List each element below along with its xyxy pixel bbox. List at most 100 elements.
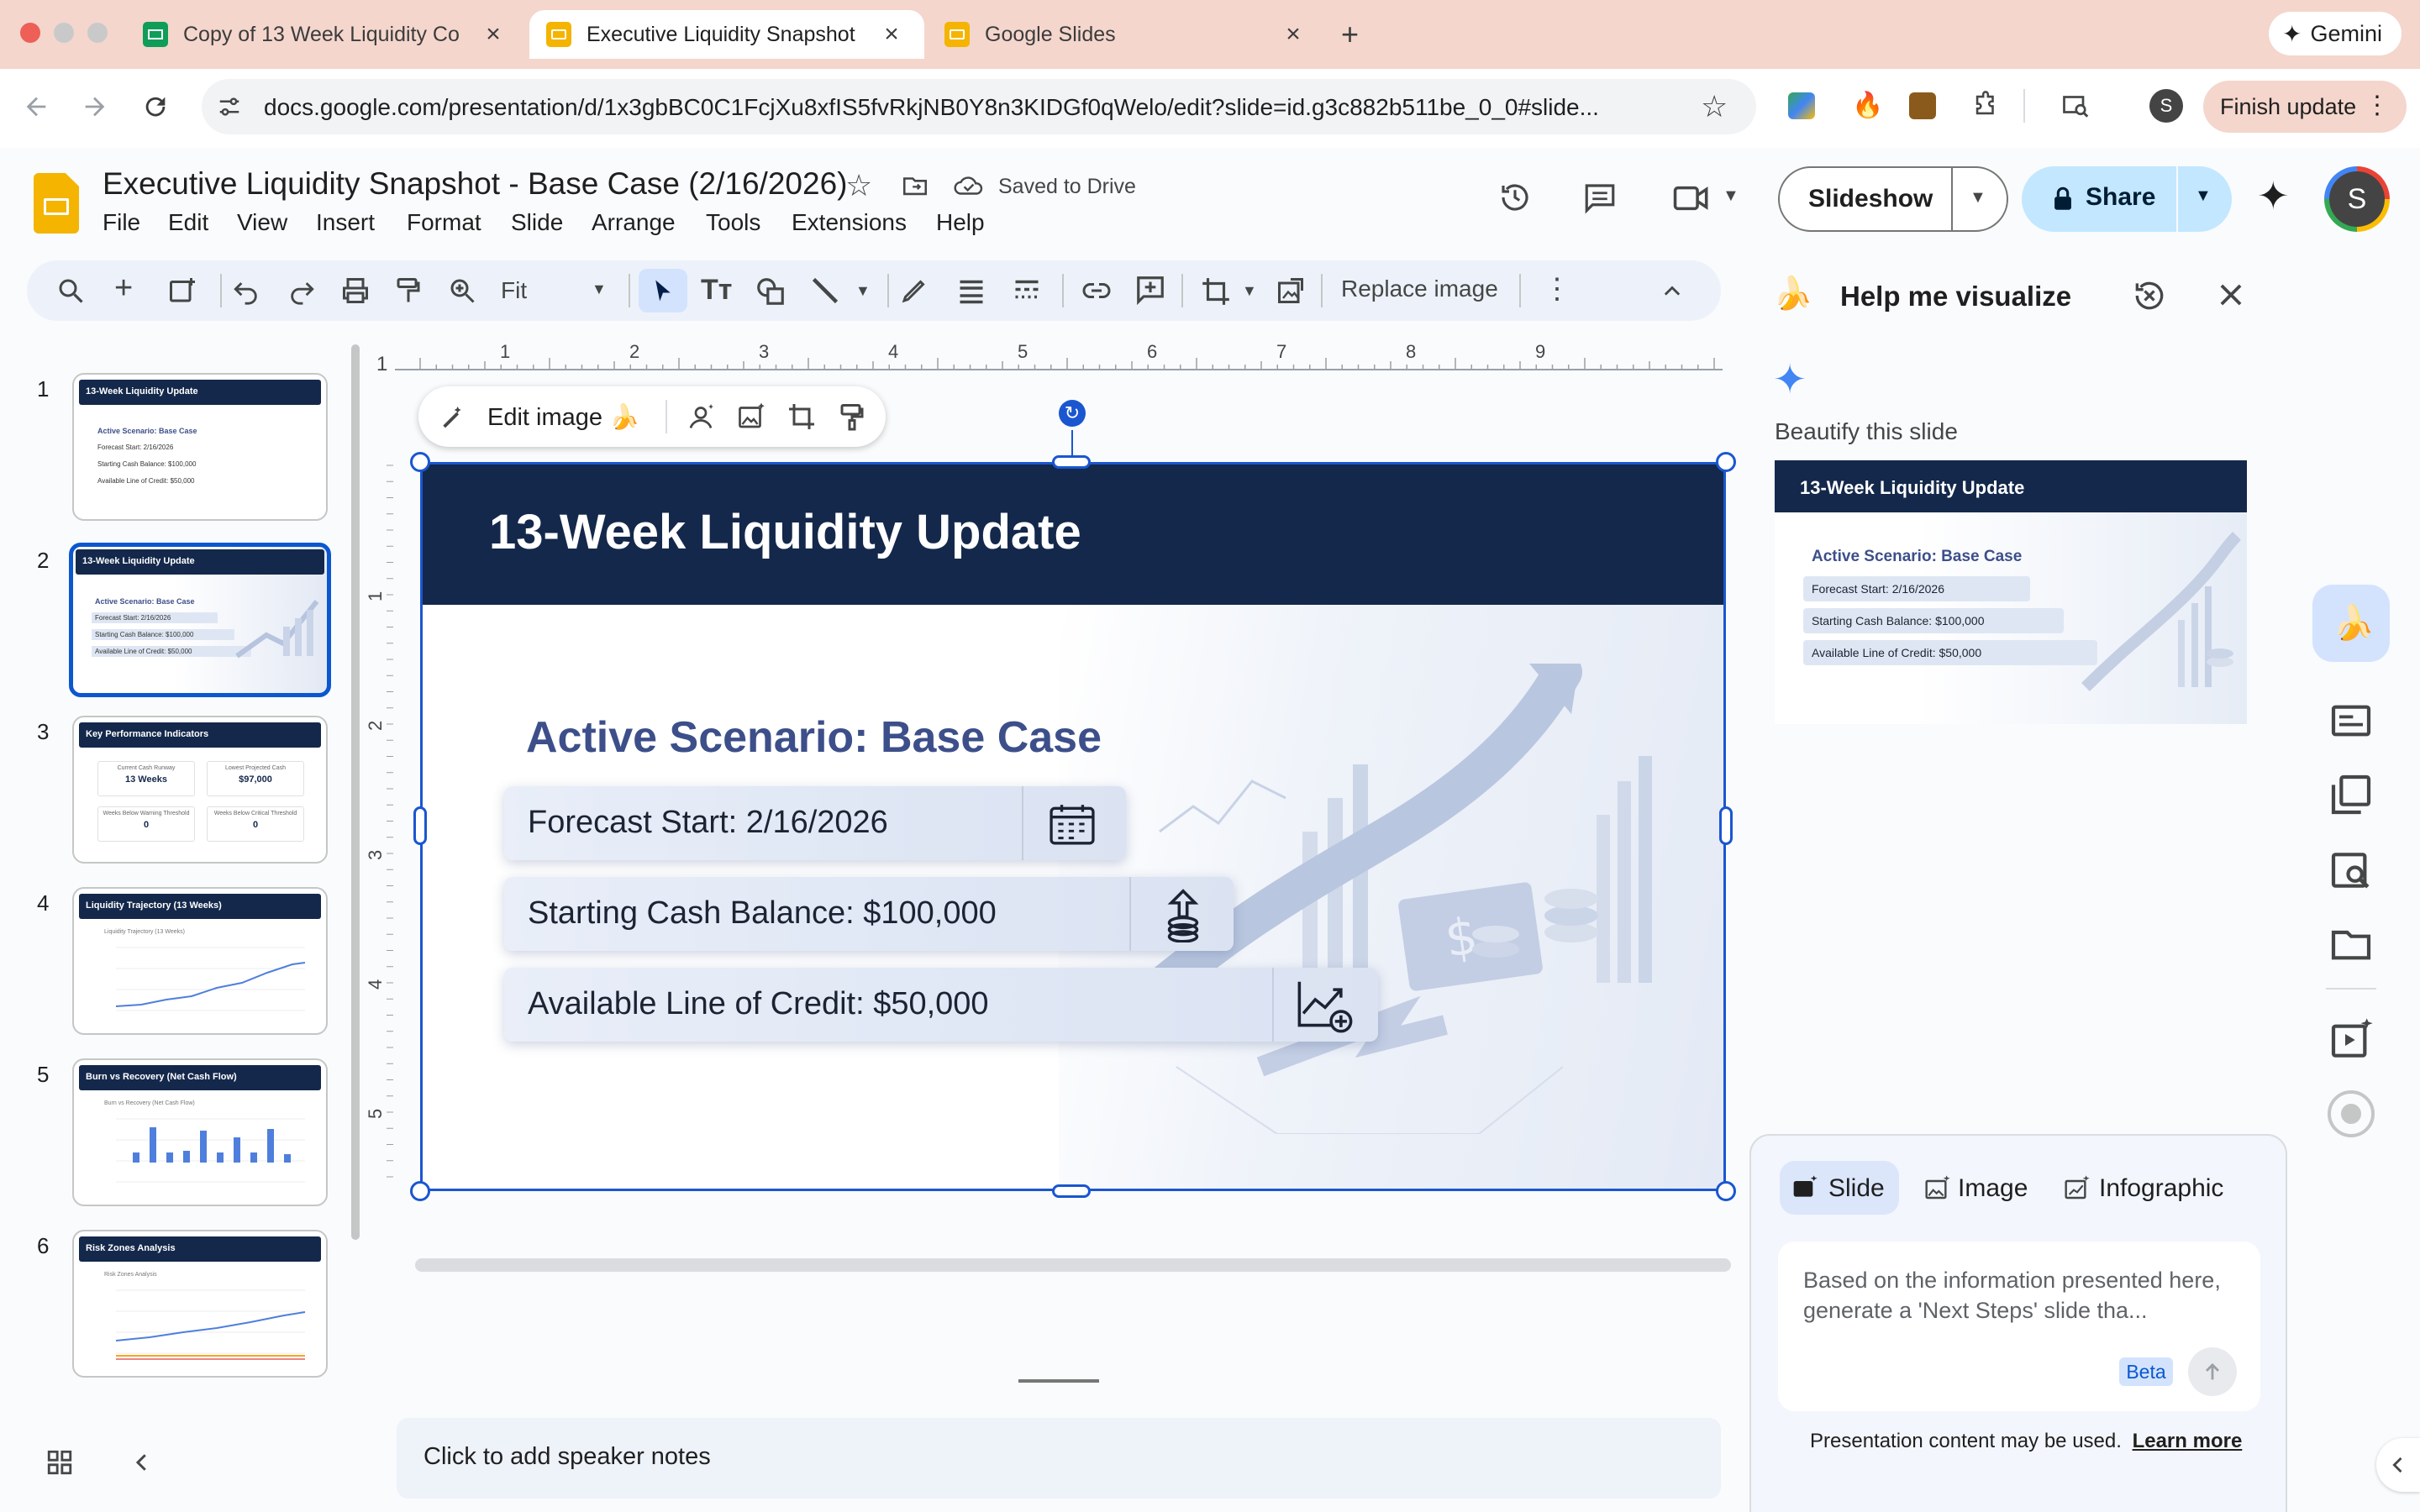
resize-handle-n[interactable]: [1052, 455, 1091, 469]
collapse-filmstrip-icon[interactable]: [129, 1450, 155, 1475]
crop-icon[interactable]: [786, 402, 817, 432]
format-painter-icon[interactable]: [837, 402, 867, 432]
extension-flame-icon[interactable]: 🔥: [1852, 91, 1883, 120]
canvas-scrollbar[interactable]: [415, 1258, 1731, 1272]
menu-extensions[interactable]: Extensions: [792, 209, 907, 236]
menu-slide[interactable]: Slide: [511, 209, 563, 236]
record-icon[interactable]: [2328, 1090, 2375, 1137]
edit-image-button[interactable]: Edit image 🍌: [487, 403, 639, 432]
address-bar[interactable]: docs.google.com/presentation/d/1x3gbBC0C…: [202, 79, 1756, 134]
menu-tools[interactable]: Tools: [706, 209, 760, 236]
resize-handle-ne[interactable]: [1716, 452, 1736, 472]
resize-handle-w[interactable]: [413, 806, 427, 845]
resize-handle-se[interactable]: [1716, 1181, 1736, 1201]
notes-resize-handle[interactable]: [1018, 1379, 1099, 1383]
border-color-icon[interactable]: [899, 276, 929, 306]
slideshow-options-icon[interactable]: ▼: [1970, 188, 1986, 207]
image-selection-frame[interactable]: [420, 462, 1726, 1191]
meet-dropdown-icon[interactable]: ▼: [1723, 186, 1739, 206]
gemini-sparkle-icon[interactable]: ✦: [2257, 173, 2290, 218]
move-folder-icon[interactable]: [901, 171, 929, 200]
search-menus-icon[interactable]: [55, 276, 86, 306]
tab-search-icon[interactable]: [2060, 91, 2091, 121]
finish-update-button[interactable]: Finish update ⋮: [2203, 81, 2407, 133]
share-options-icon[interactable]: ▼: [2195, 186, 2212, 206]
extension-brown-icon[interactable]: [1909, 92, 1936, 119]
new-slide-icon[interactable]: +: [114, 270, 133, 307]
slideshow-button[interactable]: Slideshow: [1808, 185, 1933, 213]
account-avatar[interactable]: S: [2324, 166, 2390, 232]
rotate-handle-icon[interactable]: ↻: [1059, 400, 1086, 427]
close-panel-icon[interactable]: [2215, 279, 2247, 311]
border-dash-icon[interactable]: [1012, 276, 1042, 306]
prompt-input[interactable]: Based on the information presented here,…: [1778, 1242, 2260, 1411]
close-tab-icon[interactable]: ×: [879, 22, 904, 47]
forward-icon[interactable]: [81, 92, 109, 121]
browser-tab-sheets[interactable]: Copy of 13 Week Liquidity Co ×: [128, 10, 523, 59]
bookmark-star-icon[interactable]: ☆: [1701, 89, 1728, 124]
zoom-icon[interactable]: [447, 276, 477, 306]
slide-thumbnail-4[interactable]: Liquidity Trajectory (13 Weeks) Liquidit…: [72, 887, 328, 1035]
video-sparkle-icon[interactable]: [2328, 1016, 2375, 1063]
paint-format-icon[interactable]: [393, 276, 424, 306]
extensions-puzzle-icon[interactable]: [1971, 91, 2000, 119]
close-window-button[interactable]: [20, 23, 40, 43]
learn-more-link[interactable]: Learn more: [2133, 1430, 2243, 1452]
undo-icon[interactable]: [232, 277, 260, 306]
menu-help[interactable]: Help: [936, 209, 985, 236]
history-reset-icon[interactable]: [2131, 277, 2168, 314]
text-box-icon[interactable]: Tт: [701, 274, 732, 307]
star-icon[interactable]: ☆: [845, 168, 872, 203]
send-button[interactable]: [2188, 1347, 2237, 1396]
filmstrip-scrollbar[interactable]: [351, 344, 360, 1240]
share-button[interactable]: Share: [2086, 183, 2155, 212]
folder-icon[interactable]: [2328, 921, 2375, 968]
reload-icon[interactable]: [141, 92, 170, 121]
menu-insert[interactable]: Insert: [316, 209, 375, 236]
zoom-window-button[interactable]: [87, 23, 108, 43]
border-weight-icon[interactable]: [956, 276, 986, 306]
help-me-visualize-tab[interactable]: 🍌: [2312, 585, 2390, 662]
mode-infographic-button[interactable]: Infographic: [2060, 1161, 2262, 1215]
menu-file[interactable]: File: [103, 209, 140, 236]
close-tab-icon[interactable]: ×: [1281, 22, 1306, 47]
new-tab-icon[interactable]: +: [1341, 17, 1359, 52]
new-slide-layout-icon[interactable]: [166, 276, 198, 306]
select-tool-button[interactable]: [639, 269, 687, 312]
menu-view[interactable]: View: [237, 209, 287, 236]
redo-icon[interactable]: [287, 277, 316, 306]
resize-handle-nw[interactable]: [410, 452, 430, 472]
expand-side-panel-button[interactable]: [2376, 1438, 2420, 1492]
profile-avatar[interactable]: S: [2149, 89, 2183, 123]
shape-icon[interactable]: [755, 276, 786, 307]
close-tab-icon[interactable]: ×: [481, 22, 506, 47]
reset-image-icon[interactable]: [1276, 276, 1306, 306]
resize-handle-s[interactable]: [1052, 1184, 1091, 1198]
document-title[interactable]: Executive Liquidity Snapshot - Base Case…: [103, 166, 847, 202]
copy-slides-icon[interactable]: [2328, 771, 2375, 818]
line-icon[interactable]: [810, 276, 840, 306]
line-dropdown-icon[interactable]: ▼: [855, 282, 871, 300]
slides-outline-icon[interactable]: [2328, 697, 2375, 744]
slide-thumbnail-1[interactable]: 13-Week Liquidity Update Active Scenario…: [72, 373, 328, 521]
print-icon[interactable]: [339, 276, 371, 306]
slide-thumbnail-5[interactable]: Burn vs Recovery (Net Cash Flow) Burn vs…: [72, 1058, 328, 1206]
menu-arrange[interactable]: Arrange: [592, 209, 676, 236]
crop-icon[interactable]: [1200, 276, 1232, 307]
cloud-saved-icon[interactable]: [953, 171, 985, 200]
speaker-notes[interactable]: Click to add speaker notes: [397, 1418, 1721, 1499]
menu-edit[interactable]: Edit: [168, 209, 208, 236]
minimize-window-button[interactable]: [54, 23, 74, 43]
more-options-icon[interactable]: ⋮: [1543, 272, 1571, 306]
slide-thumbnail-6[interactable]: Risk Zones Analysis Risk Zones Analysis: [72, 1230, 328, 1378]
slide-thumbnail-3[interactable]: Key Performance Indicators Current Cash …: [72, 716, 328, 864]
insert-link-icon[interactable]: [1081, 276, 1113, 306]
generate-image-icon[interactable]: [686, 402, 716, 432]
image-search-icon[interactable]: [2328, 847, 2375, 894]
browser-tab-google-slides[interactable]: Google Slides ×: [933, 10, 1319, 59]
grid-view-icon[interactable]: [45, 1448, 74, 1477]
collapse-toolbar-icon[interactable]: [1659, 279, 1686, 302]
crop-dropdown-icon[interactable]: ▼: [1242, 282, 1257, 300]
resize-handle-sw[interactable]: [410, 1181, 430, 1201]
back-icon[interactable]: [22, 92, 50, 121]
